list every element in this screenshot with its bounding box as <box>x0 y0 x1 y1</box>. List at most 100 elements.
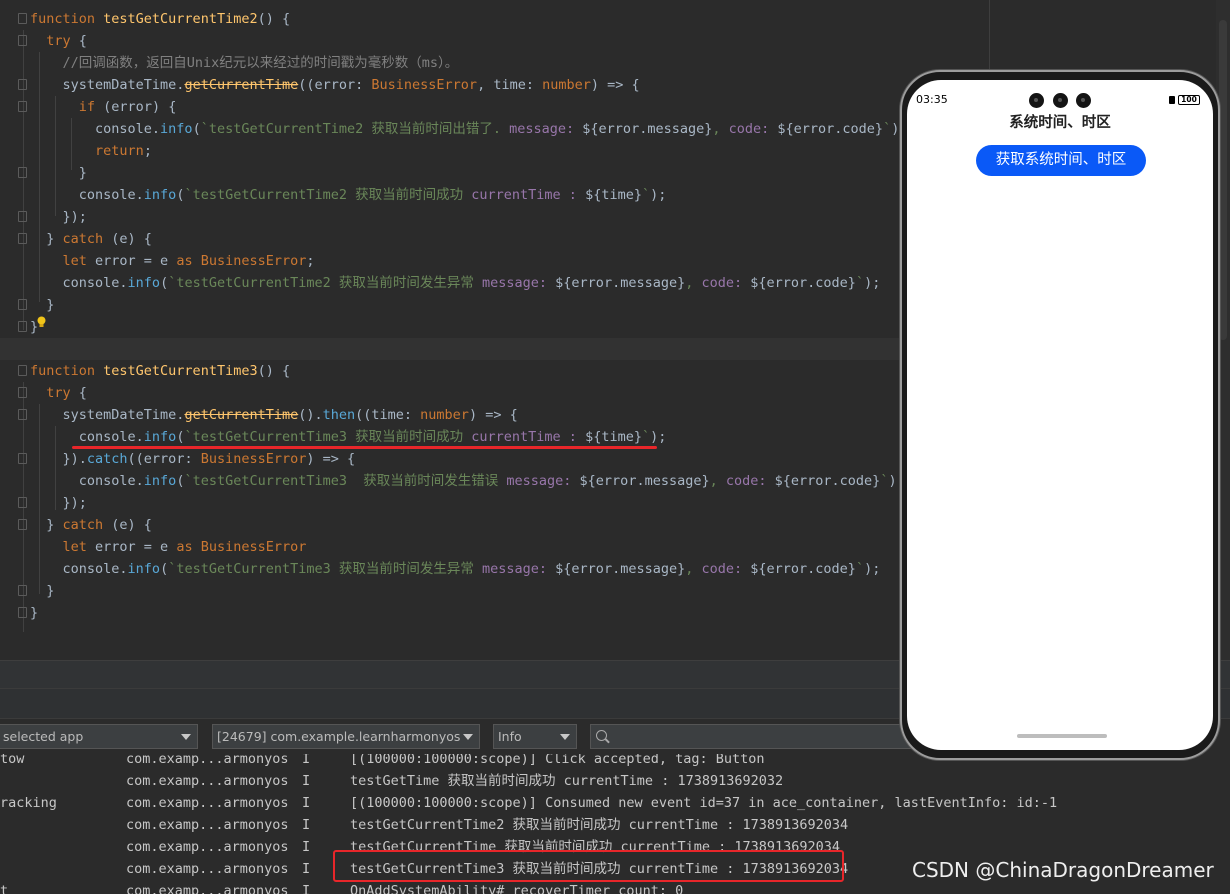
code-line[interactable]: let error = e as BusinessError <box>30 536 307 558</box>
level-filter-dropdown[interactable]: Info <box>493 724 577 749</box>
code-token: , <box>685 275 702 291</box>
code-line[interactable]: } <box>30 580 54 602</box>
fold-marker[interactable] <box>18 387 27 398</box>
code-line[interactable]: }); <box>30 206 87 228</box>
code-token: } <box>30 605 39 621</box>
fold-marker[interactable] <box>18 167 27 178</box>
code-line[interactable]: } catch (e) { <box>30 228 152 250</box>
code-line[interactable]: } <box>30 294 54 316</box>
fold-marker[interactable] <box>18 607 27 618</box>
fold-marker[interactable] <box>18 211 27 222</box>
code-line[interactable]: return; <box>30 140 152 162</box>
lightbulb-icon[interactable] <box>36 316 47 328</box>
fold-marker[interactable] <box>18 79 27 90</box>
code-token: return <box>95 143 144 159</box>
code-line[interactable]: let error = e as BusinessError; <box>30 250 315 272</box>
status-time: 03:35 <box>916 93 948 106</box>
code-token: ` <box>855 275 865 291</box>
log-level: I <box>302 839 311 855</box>
fold-marker[interactable] <box>18 299 27 310</box>
search-icon <box>596 730 607 741</box>
code-line[interactable]: } <box>30 162 87 184</box>
code-token: catch <box>86 451 128 467</box>
code-line[interactable]: systemDateTime.getCurrentTime((error: Bu… <box>30 74 640 96</box>
code-line[interactable]: console.info(`testGetCurrentTime2 获取当前时间… <box>30 118 907 140</box>
log-search-input[interactable] <box>590 724 920 749</box>
device-preview: 03:35 100 系统时间、时区 获取系统时间、时区 <box>900 70 1220 760</box>
code-line[interactable]: console.info(`testGetCurrentTime2 获取当前时间… <box>30 272 881 294</box>
chevron-down-icon <box>181 734 191 740</box>
app-filter-label: selected app <box>3 729 84 744</box>
code-token: message: <box>482 275 556 291</box>
fold-marker[interactable] <box>18 585 27 596</box>
code-line[interactable]: console.info(`testGetCurrentTime3 获取当前时间… <box>30 558 881 580</box>
code-token: `testGetCurrentTime2 获取当前时间出错了. <box>200 121 510 137</box>
code-line[interactable]: } catch (e) { <box>30 514 152 536</box>
log-message: OnAddSystemAbility# recoverTimer count: … <box>350 883 684 894</box>
fold-marker[interactable] <box>18 409 27 420</box>
fold-marker[interactable] <box>18 35 27 46</box>
fold-marker[interactable] <box>18 101 27 112</box>
code-line[interactable]: }); <box>30 492 87 514</box>
code-token: info <box>127 275 161 291</box>
code-line[interactable]: console.info(`testGetCurrentTime3 获取当前时间… <box>30 426 667 448</box>
code-token: ${time} <box>585 187 642 203</box>
home-indicator[interactable] <box>1017 734 1107 738</box>
log-tag: t <box>0 883 9 894</box>
phone-screen[interactable]: 03:35 100 系统时间、时区 获取系统时间、时区 <box>907 80 1213 750</box>
log-row[interactable]: racking com.examp...armonyos I [(100000:100… <box>0 792 1230 814</box>
get-time-button[interactable]: 获取系统时间、时区 <box>976 145 1146 176</box>
code-line[interactable]: try { <box>30 30 87 52</box>
log-package: com.examp...armonyos <box>126 817 289 833</box>
log-level: I <box>302 773 311 789</box>
code-line[interactable]: systemDateTime.getCurrentTime().then((ti… <box>30 404 518 426</box>
fold-marker[interactable] <box>18 519 27 530</box>
scrollbar-thumb[interactable] <box>1219 20 1227 340</box>
code-token: `testGetCurrentTime2 获取当前时间发生异常 <box>168 275 483 291</box>
code-line[interactable]: console.info(`testGetCurrentTime3 获取当前时间… <box>30 470 905 492</box>
fold-marker[interactable] <box>18 321 27 332</box>
code-token: systemDateTime. <box>30 77 185 93</box>
log-message: [(100000:100000:scope)] Consumed new eve… <box>350 795 1058 811</box>
code-token: BusinessError <box>200 539 307 555</box>
code-line[interactable]: }).catch((error: BusinessError) => { <box>30 448 356 470</box>
code-token: { <box>70 33 87 49</box>
fold-marker[interactable] <box>18 13 27 24</box>
code-token: try <box>46 33 71 49</box>
code-line[interactable]: console.info(`testGetCurrentTime2 获取当前时间… <box>30 184 667 206</box>
fold-marker[interactable] <box>18 233 27 244</box>
process-filter-dropdown[interactable]: [24679] com.example.learnharmonyos <box>212 724 480 749</box>
code-line[interactable]: if (error) { <box>30 96 177 118</box>
code-line[interactable]: try { <box>30 382 87 404</box>
code-line[interactable]: //回调函数，返回自Unix纪元以来经过的时间戳为毫秒数（ms）。 <box>30 52 459 74</box>
fold-marker[interactable] <box>18 453 27 464</box>
fold-marker[interactable] <box>18 497 27 508</box>
code-token: ); <box>864 275 881 291</box>
code-token: error = e <box>86 253 177 269</box>
fold-marker[interactable] <box>18 365 27 376</box>
code-line[interactable]: function testGetCurrentTime2() { <box>30 8 290 30</box>
page-title: 系统时间、时区 <box>1009 115 1111 131</box>
code-token: ) => { <box>306 451 356 467</box>
code-token: ); <box>650 187 667 203</box>
code-token: testGetCurrentTime3 <box>103 363 258 379</box>
code-token: ) => { <box>468 407 518 423</box>
code-token: ${error.message} <box>555 275 686 291</box>
code-token: number <box>542 77 591 93</box>
code-token: code: <box>701 561 751 577</box>
code-token: ((error: <box>298 77 372 93</box>
code-token: }); <box>30 209 87 225</box>
code-line[interactable]: } <box>30 602 38 624</box>
log-row[interactable]: t com.examp...armonyos I OnAddSystemAbility… <box>0 880 1230 894</box>
code-token: ` <box>883 121 892 137</box>
code-token: ); <box>864 561 881 577</box>
log-package: com.examp...armonyos <box>126 861 289 877</box>
log-row[interactable]: com.examp...armonyos ItestGetCurrentTime2… <box>0 814 1230 836</box>
code-line[interactable]: function testGetCurrentTime3() { <box>30 360 290 382</box>
app-filter-dropdown[interactable]: selected app <box>0 724 198 749</box>
lock-icon <box>1169 96 1175 104</box>
log-row[interactable]: com.examp...armonyos ItestGetTime 获取当前时间成… <box>0 770 1230 792</box>
